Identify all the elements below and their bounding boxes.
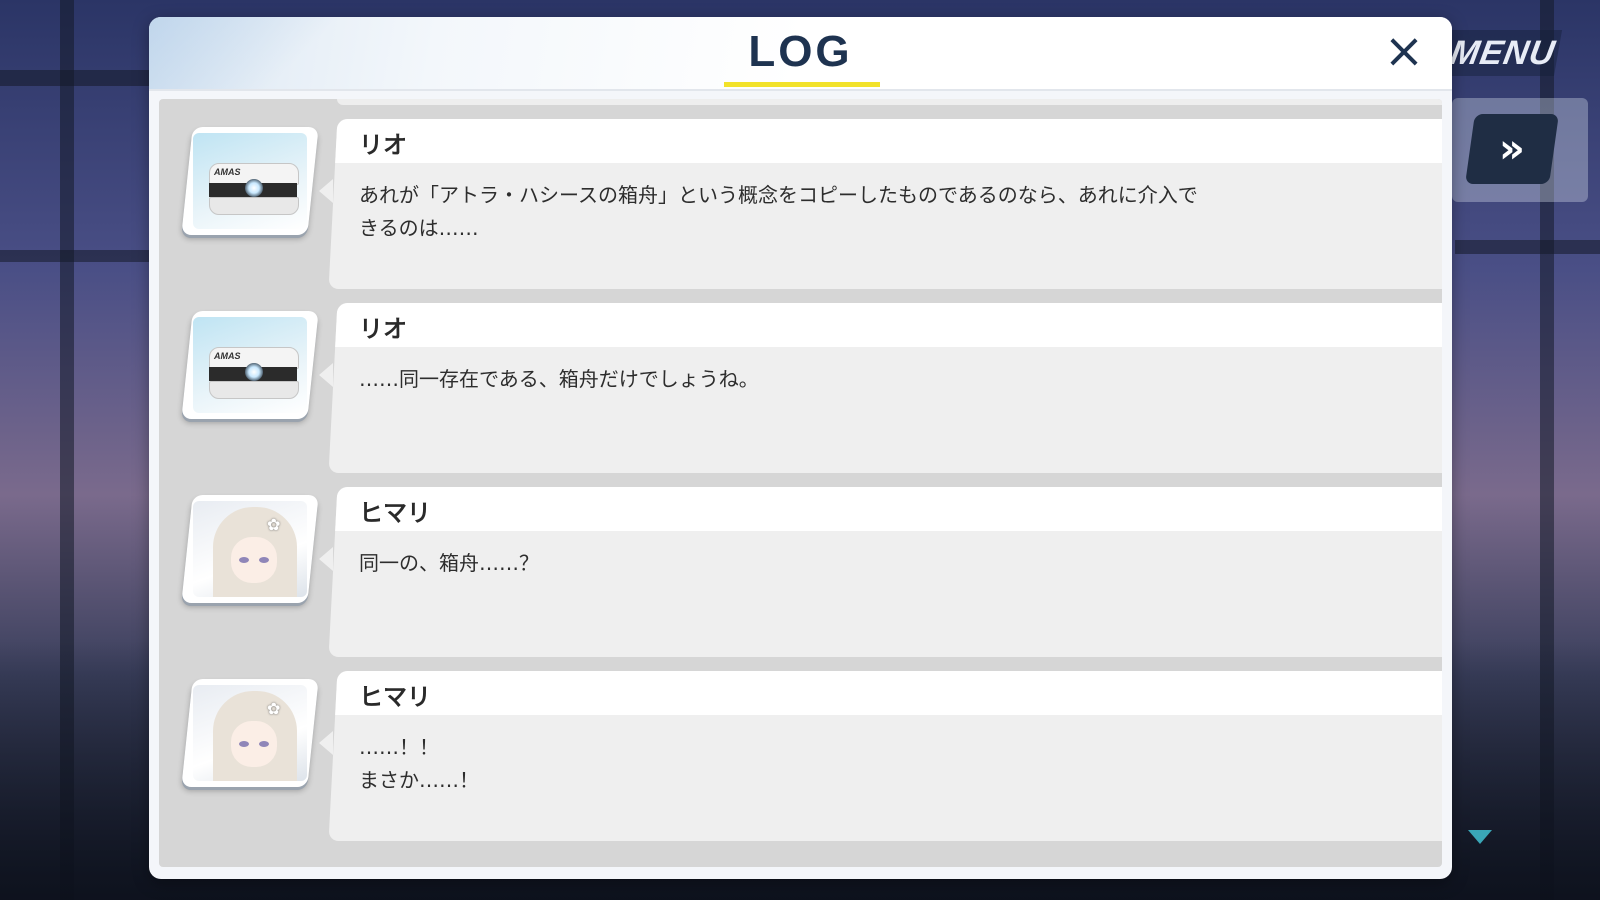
speaker-portrait: AMAS xyxy=(181,311,319,419)
flower-icon: ✿ xyxy=(267,515,281,534)
log-entry: AMAS リオ ……同一存在である、箱舟だけでしょうね。 xyxy=(159,303,1442,479)
log-entry: AMAS リオ あれが「アトラ・ハシースの箱舟」という概念をコピーしたものである… xyxy=(159,119,1442,295)
dialogue-text: あれが「アトラ・ハシースの箱舟」という概念をコピーしたものであるのなら、あれに介… xyxy=(359,183,1198,240)
title-underline xyxy=(724,82,880,87)
dialogue-text: ……同一存在である、箱舟だけでしょうね。 xyxy=(359,367,759,391)
log-entry: ✿ ヒマリ 同一の、箱舟……？ xyxy=(159,487,1442,663)
previous-entry-edge xyxy=(337,99,1442,105)
dialogue-text: ……！！ まさか……！ xyxy=(359,735,479,792)
speaker-name: ヒマリ xyxy=(359,683,431,711)
scroll-down-icon[interactable] xyxy=(1468,830,1492,844)
log-entry: ✿ ヒマリ ……！！ まさか……！ xyxy=(159,671,1442,847)
speaker-portrait: ✿ xyxy=(181,679,319,787)
speaker-name: ヒマリ xyxy=(359,499,431,527)
amas-device-icon: AMAS xyxy=(209,347,299,399)
log-header: LOG × xyxy=(149,17,1452,91)
speaker-name: リオ xyxy=(359,131,407,159)
fast-forward-icon: » xyxy=(1499,126,1525,172)
fast-forward-button[interactable]: » xyxy=(1465,114,1559,184)
log-title: LOG xyxy=(748,27,853,76)
speaker-name: リオ xyxy=(359,315,407,343)
close-icon[interactable]: × xyxy=(1382,27,1426,75)
menu-button[interactable]: MENU xyxy=(1443,30,1563,76)
speaker-portrait: ✿ xyxy=(181,495,319,603)
speaker-portrait: AMAS xyxy=(181,127,319,235)
dialogue-text: 同一の、箱舟……？ xyxy=(359,551,539,575)
amas-device-icon: AMAS xyxy=(209,163,299,215)
log-window: LOG × AMAS リオ あれが「アトラ・ハシースの箱舟」という概念をコピーし… xyxy=(149,17,1452,879)
log-list[interactable]: AMAS リオ あれが「アトラ・ハシースの箱舟」という概念をコピーしたものである… xyxy=(159,99,1442,867)
flower-icon: ✿ xyxy=(267,699,281,718)
